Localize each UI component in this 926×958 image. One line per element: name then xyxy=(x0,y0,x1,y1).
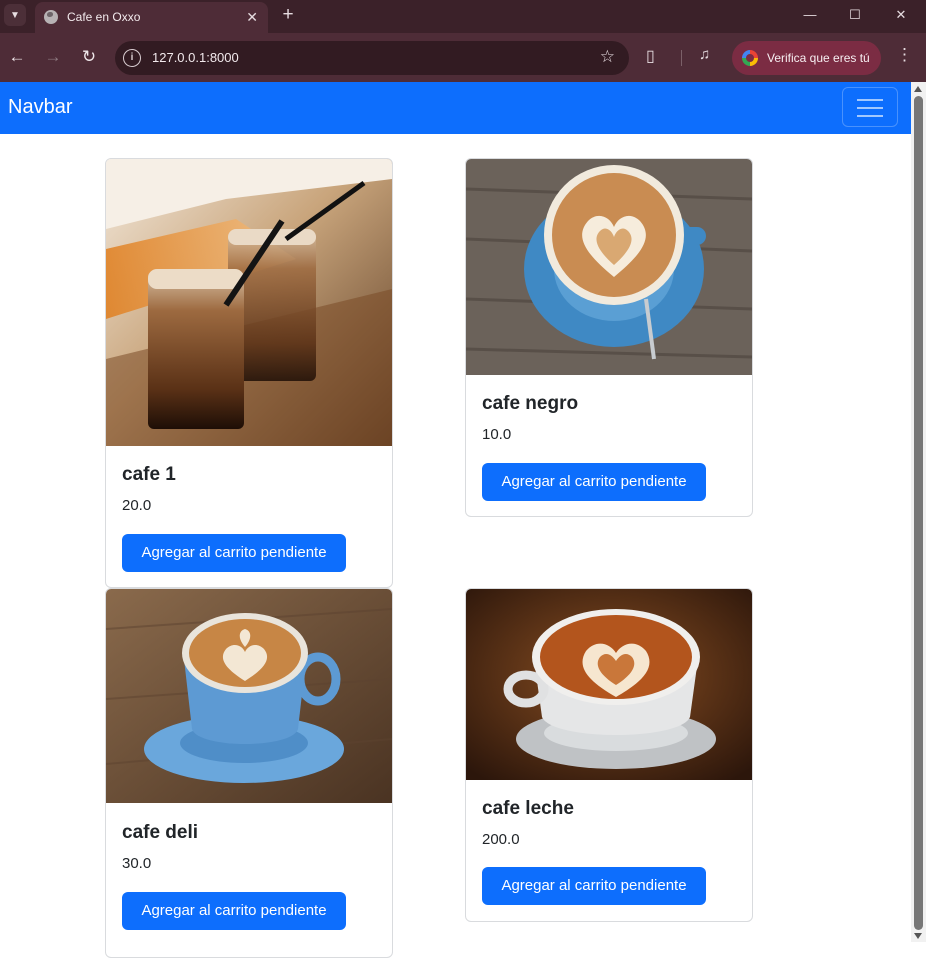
scrollbar-thumb[interactable] xyxy=(914,96,923,930)
add-to-cart-button[interactable]: Agregar al carrito pendiente xyxy=(122,534,346,572)
product-card: cafe leche 200.0 Agregar al carrito pend… xyxy=(465,588,753,922)
product-card: cafe deli 30.0 Agregar al carrito pendie… xyxy=(105,588,393,958)
profile-verify-button[interactable]: Verifica que eres tú xyxy=(732,41,881,75)
minimize-icon[interactable]: — xyxy=(797,5,823,25)
site-info-icon[interactable]: i xyxy=(123,49,141,67)
latte-art-image xyxy=(466,159,752,375)
bookmark-star-icon[interactable]: ☆ xyxy=(600,47,615,67)
site-navbar: Navbar xyxy=(0,82,911,134)
profile-verify-label: Verifica que eres tú xyxy=(767,51,870,65)
tab-close-icon[interactable]: ✕ xyxy=(246,8,258,26)
media-queue-icon[interactable]: ♫ xyxy=(699,46,710,63)
product-card: cafe 1 20.0 Agregar al carrito pendiente xyxy=(105,158,393,588)
product-price: 200.0 xyxy=(482,831,520,848)
scroll-down-arrow-icon[interactable] xyxy=(914,933,922,939)
product-name: cafe 1 xyxy=(122,464,176,485)
hamburger-icon xyxy=(857,107,883,109)
forward-arrow-icon[interactable]: → xyxy=(42,46,64,68)
maximize-icon[interactable]: ☐ xyxy=(842,5,868,25)
navbar-toggler-button[interactable] xyxy=(842,87,898,127)
latte-art-image xyxy=(106,589,392,803)
iced-coffee-image xyxy=(106,159,392,446)
globe-icon xyxy=(44,10,58,24)
new-tab-plus-icon[interactable]: + xyxy=(278,4,298,26)
toolbar-divider xyxy=(681,50,682,66)
scroll-up-arrow-icon[interactable] xyxy=(914,86,922,92)
back-arrow-icon[interactable]: ← xyxy=(6,46,28,68)
google-logo-icon xyxy=(742,50,758,66)
product-price: 10.0 xyxy=(482,426,512,443)
add-to-cart-button[interactable]: Agregar al carrito pendiente xyxy=(482,463,706,501)
product-card: cafe negro 10.0 Agregar al carrito pendi… xyxy=(465,158,753,517)
product-name: cafe negro xyxy=(482,393,579,414)
tab-title: Cafe en Oxxo xyxy=(67,10,141,24)
window-close-icon[interactable]: ✕ xyxy=(888,5,914,25)
kebab-menu-icon[interactable]: ⋮ xyxy=(896,45,913,65)
hamburger-icon xyxy=(857,115,883,117)
product-name: cafe deli xyxy=(122,822,199,843)
extensions-puzzle-icon[interactable]: ▯ xyxy=(646,46,655,66)
browser-tab-strip: ▼ Cafe en Oxxo ✕ + — ☐ ✕ xyxy=(0,0,926,33)
browser-toolbar: ← → ↻ i 127.0.0.1:8000 ☆ ▯ ♫ Verifica qu… xyxy=(0,33,926,82)
address-bar[interactable]: i 127.0.0.1:8000 ☆ xyxy=(115,41,629,75)
add-to-cart-button[interactable]: Agregar al carrito pendiente xyxy=(122,892,346,930)
product-name: cafe leche xyxy=(482,798,574,819)
url-text[interactable]: 127.0.0.1:8000 xyxy=(152,50,239,65)
add-to-cart-button[interactable]: Agregar al carrito pendiente xyxy=(482,867,706,905)
latte-art-image xyxy=(466,589,752,780)
product-price: 20.0 xyxy=(122,497,152,514)
page-scrollbar[interactable] xyxy=(911,82,926,942)
hamburger-icon xyxy=(857,99,883,101)
browser-tab[interactable]: Cafe en Oxxo ✕ xyxy=(35,2,268,33)
navbar-brand[interactable]: Navbar xyxy=(8,96,72,119)
product-price: 30.0 xyxy=(122,855,152,872)
tab-search-chevron-down-icon[interactable]: ▼ xyxy=(4,4,26,26)
reload-icon[interactable]: ↻ xyxy=(78,46,100,68)
